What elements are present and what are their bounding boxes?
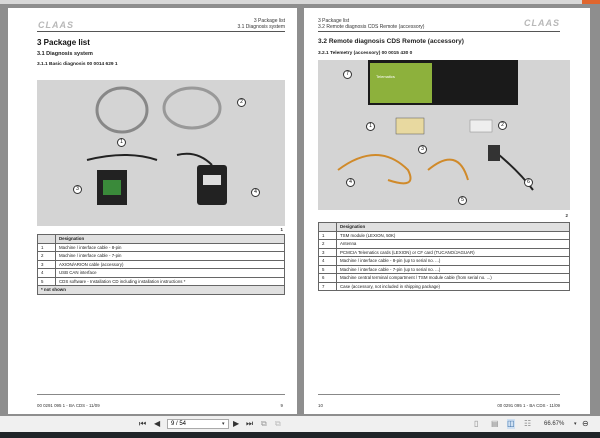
right-page: 3 Package list 3.2 Remote diagnosis CDS R…	[304, 8, 590, 414]
subsection-title: 3.1.1 Basic diagnosis 00 0014 629 1	[37, 62, 118, 67]
prev-page-button[interactable]: ◀	[154, 419, 160, 429]
callout-2: 2	[237, 98, 246, 107]
taskbar	[0, 432, 600, 438]
callout-2: 2	[498, 121, 507, 130]
telemetry-illustration	[337, 60, 534, 191]
header-line-2: 3.2 Remote diagnosis CDS Remote (accesso…	[318, 24, 425, 30]
designation-table: Designation 1 TSM module (LEXION, 50K) 2A…	[318, 222, 570, 291]
footer-rule	[37, 394, 285, 395]
page-title: 3 Package list	[37, 38, 90, 47]
table-row: 7 Case (accessory, not included in shippi…	[318, 281, 570, 291]
last-page-button[interactable]: ⏭	[246, 419, 253, 429]
first-page-button[interactable]: ⏮	[139, 419, 146, 429]
figure-number: 1	[280, 227, 283, 232]
table-row: 5 Machine / interface cable - 7-pin (up t…	[318, 264, 570, 274]
claas-logo: CLAAS	[38, 20, 74, 30]
footer-rule	[318, 394, 560, 395]
table-row: 4 USB CAN interface	[37, 268, 285, 278]
window-top-edge	[0, 0, 600, 4]
table-row: 1 TSM module (LEXION, 50K)	[318, 230, 570, 240]
table-header: Designation	[55, 234, 285, 244]
section-title: 3.1 Diagnosis system	[37, 51, 93, 57]
window-accent	[582, 0, 600, 4]
table-row: 2 Antenna	[318, 239, 570, 249]
callout-5: 5	[458, 196, 467, 205]
zoom-level[interactable]: 66.67%	[544, 419, 564, 429]
claas-logo: CLAAS	[524, 18, 560, 28]
callout-3: 3	[418, 145, 427, 154]
footer-doc: 00 0291 095 1 - BA CDS - 11/09	[497, 403, 560, 408]
paste-icon[interactable]: ⧉	[275, 419, 281, 429]
header-line-2: 3.1 Diagnosis system	[237, 24, 285, 30]
continuous-view-icon[interactable]: ▤	[491, 419, 499, 429]
case-label: Telematics	[376, 74, 395, 79]
zoom-out-icon[interactable]: ⊖	[582, 419, 589, 429]
two-page-continuous-icon[interactable]: ☷	[524, 419, 531, 429]
cables-illustration	[86, 86, 227, 205]
header-rule	[37, 31, 285, 32]
copy-icon[interactable]: ⧉	[261, 419, 267, 429]
figure-telemetry-kit: Telematics 7 1 2 3 4 5 6	[318, 60, 570, 210]
callout-4: 4	[251, 188, 260, 197]
callout-4: 4	[346, 178, 355, 187]
page-dropdown-icon[interactable]: ▾	[222, 419, 225, 429]
table-row: 3 AXION/ARION cable (accessory)	[37, 259, 285, 269]
header-rule	[318, 31, 560, 32]
table-row: 1 Machine / interface cable - 8-pin	[37, 242, 285, 252]
zoom-dropdown-icon[interactable]: ▾	[574, 419, 577, 429]
figure-number: 2	[565, 213, 568, 218]
subsection-title: 3.2.1 Telemetry (accessory) 00 0015 430 …	[318, 51, 413, 56]
table-row: 6 Machine central terminal compartment / …	[318, 273, 570, 283]
pdf-toolbar: ⏮ ◀ 9 / 54 ▾ ▶ ⏭ ⧉ ⧉ ▯ ▤ ◫ ☷ 66.67% ▾ ⊖	[0, 416, 600, 432]
next-page-button[interactable]: ▶	[233, 419, 239, 429]
table-header: Designation	[336, 222, 570, 232]
table-row: 3 PCMCIA Telematics cards (LEXION) or CF …	[318, 247, 570, 257]
footer-page-number: 9	[280, 403, 283, 408]
page-title: 3.2 Remote diagnosis CDS Remote (accesso…	[318, 38, 464, 45]
callout-6: 6	[524, 178, 533, 187]
single-page-view-icon[interactable]: ▯	[474, 419, 478, 429]
footer-page-number: 10	[318, 403, 323, 408]
table-row: 2 Machine / interface cable - 7-pin	[37, 251, 285, 261]
left-page: CLAAS 3 Package list 3.1 Diagnosis system…	[8, 8, 297, 414]
footer-doc: 00 0291 095 1 - BA CDS - 11/09	[37, 403, 100, 408]
callout-7: 7	[343, 70, 352, 79]
table-row: 4 Machine / interface cable - 8-pin (up t…	[318, 256, 570, 266]
two-page-view-icon[interactable]: ◫	[507, 419, 515, 429]
designation-table: Designation 1 Machine / interface cable -…	[37, 234, 285, 295]
figure-diagnosis-kit: 1 2 3 4	[37, 80, 285, 226]
page-number-input[interactable]: 9 / 54	[167, 419, 229, 429]
callout-1: 1	[366, 122, 375, 131]
table-row: 5 CDS software - Installation CD includin…	[37, 276, 285, 286]
callout-3: 3	[73, 185, 82, 194]
callout-1: 1	[117, 138, 126, 147]
table-note: * not shown	[37, 285, 285, 295]
